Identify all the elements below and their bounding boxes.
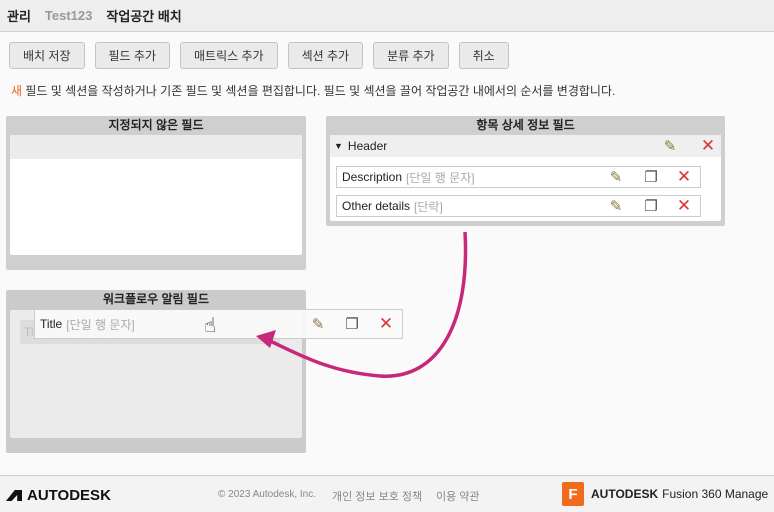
footer: AUTODESK © 2023 Autodesk, Inc. 개인 정보 보호 … bbox=[0, 475, 774, 512]
privacy-link[interactable]: 개인 정보 보호 정책 bbox=[332, 488, 422, 504]
product-logo: F AUTODESK Fusion 360 Manage bbox=[562, 482, 768, 506]
product-brand: AUTODESK bbox=[591, 487, 659, 501]
autodesk-wordmark: AUTODESK bbox=[27, 487, 111, 504]
arrow-path bbox=[267, 231, 468, 378]
drag-arrow bbox=[256, 231, 468, 378]
product-name: Fusion 360 Manage bbox=[662, 487, 769, 501]
fusion-f-icon: F bbox=[562, 482, 584, 506]
autodesk-a-icon bbox=[6, 490, 22, 501]
arrow-head bbox=[256, 330, 276, 348]
terms-link[interactable]: 이용 약관 bbox=[436, 488, 480, 504]
copyright: © 2023 Autodesk, Inc. bbox=[218, 489, 316, 500]
autodesk-logo[interactable]: AUTODESK bbox=[6, 487, 111, 504]
